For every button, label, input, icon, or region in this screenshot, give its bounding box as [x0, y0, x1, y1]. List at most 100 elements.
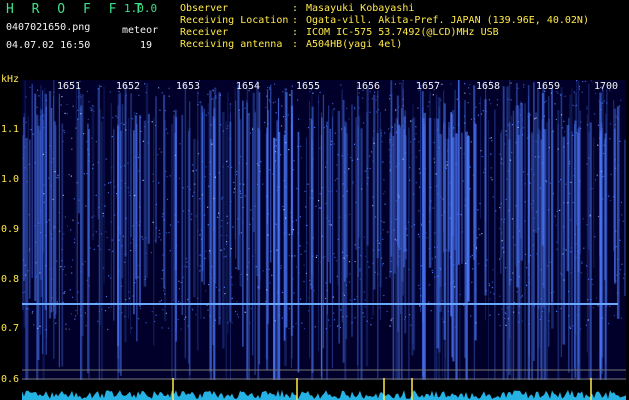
- noise-speck: [138, 318, 140, 320]
- noise-speck: [402, 125, 404, 127]
- noise-speck: [120, 180, 123, 182]
- noise-speck: [161, 327, 163, 329]
- noise-speck: [36, 106, 38, 108]
- noise-speck: [377, 273, 379, 275]
- noise-speck: [24, 146, 26, 148]
- noise-speck: [340, 84, 342, 86]
- noise-speck: [588, 278, 590, 280]
- noise-speck: [500, 162, 502, 164]
- noise-speck: [112, 117, 114, 119]
- noise-speck: [526, 284, 528, 286]
- noise-speck: [457, 213, 459, 215]
- noise-speck: [557, 148, 559, 150]
- noise-speck: [235, 267, 237, 269]
- noise-speck: [484, 168, 487, 170]
- noise-speck: [540, 298, 542, 300]
- image-filename: 0407021650.png: [6, 22, 91, 33]
- noise-speck: [377, 240, 379, 242]
- noise-speck: [404, 316, 407, 318]
- noise-speck: [239, 183, 241, 185]
- noise-speck: [555, 118, 557, 121]
- antenna-value: A504HB(yagi 4el): [306, 39, 403, 50]
- noise-speck: [563, 146, 565, 148]
- noise-speck: [269, 88, 271, 90]
- signal-streak: [390, 132, 393, 274]
- noise-speck: [337, 154, 339, 156]
- noise-speck: [211, 98, 213, 100]
- noise-speck: [362, 122, 365, 124]
- noise-speck: [70, 266, 72, 268]
- signal-streak: [39, 115, 43, 281]
- noise-speck: [346, 255, 348, 257]
- noise-speck: [249, 132, 251, 134]
- noise-speck: [62, 140, 64, 142]
- signal-streak: [455, 133, 458, 380]
- signal-streak: [297, 131, 300, 373]
- noise-speck: [488, 285, 490, 287]
- noise-speck: [367, 177, 369, 179]
- noise-speck: [524, 253, 527, 255]
- noise-speck: [218, 212, 220, 214]
- noise-speck: [385, 277, 387, 279]
- noise-speck: [342, 195, 344, 197]
- noise-speck: [436, 185, 438, 187]
- noise-speck: [31, 312, 33, 314]
- noise-speck: [237, 218, 239, 220]
- noise-speck: [325, 282, 327, 284]
- signal-streak: [80, 93, 81, 380]
- noise-speck: [70, 229, 72, 231]
- noise-speck: [372, 160, 374, 162]
- noise-speck: [422, 300, 424, 302]
- noise-speck: [469, 188, 471, 190]
- noise-speck: [442, 198, 444, 200]
- noise-speck: [189, 188, 191, 191]
- noise-speck: [227, 125, 229, 127]
- noise-speck: [620, 268, 622, 271]
- noise-speck: [86, 172, 88, 175]
- noise-speck: [288, 255, 290, 257]
- noise-speck: [384, 109, 386, 111]
- noise-speck: [512, 236, 514, 238]
- noise-speck: [389, 155, 391, 157]
- noise-speck: [478, 228, 480, 230]
- noise-speck: [231, 322, 233, 324]
- noise-speck: [118, 225, 120, 227]
- noise-speck: [581, 261, 583, 263]
- noise-speck: [39, 325, 41, 327]
- noise-speck: [278, 314, 281, 316]
- noise-speck: [425, 232, 427, 234]
- noise-speck: [417, 107, 419, 109]
- noise-speck: [337, 238, 339, 240]
- noise-speck: [550, 261, 552, 263]
- noise-speck: [549, 182, 552, 184]
- noise-speck: [609, 138, 611, 140]
- noise-speck: [518, 261, 520, 263]
- signal-streak: [55, 125, 57, 315]
- noise-speck: [70, 175, 72, 177]
- noise-speck: [383, 294, 385, 297]
- noise-speck: [174, 214, 176, 216]
- noise-speck: [220, 249, 222, 251]
- noise-speck: [441, 83, 443, 85]
- noise-speck: [464, 204, 466, 207]
- noise-speck: [358, 92, 360, 94]
- noise-speck: [609, 305, 611, 307]
- noise-speck: [465, 199, 467, 201]
- noise-speck: [72, 219, 74, 221]
- noise-speck: [339, 216, 341, 219]
- noise-speck: [110, 181, 112, 184]
- noise-speck: [459, 293, 461, 296]
- noise-speck: [255, 266, 257, 268]
- noise-speck: [240, 192, 242, 195]
- noise-speck: [229, 138, 231, 140]
- noise-speck: [317, 101, 320, 103]
- signal-streak: [52, 96, 54, 312]
- noise-speck: [151, 121, 153, 123]
- noise-speck: [117, 228, 119, 230]
- noise-speck: [342, 292, 344, 294]
- noise-speck: [91, 216, 93, 218]
- noise-speck: [322, 256, 324, 259]
- noise-speck: [600, 137, 602, 139]
- noise-speck: [121, 245, 123, 247]
- noise-speck: [515, 205, 517, 207]
